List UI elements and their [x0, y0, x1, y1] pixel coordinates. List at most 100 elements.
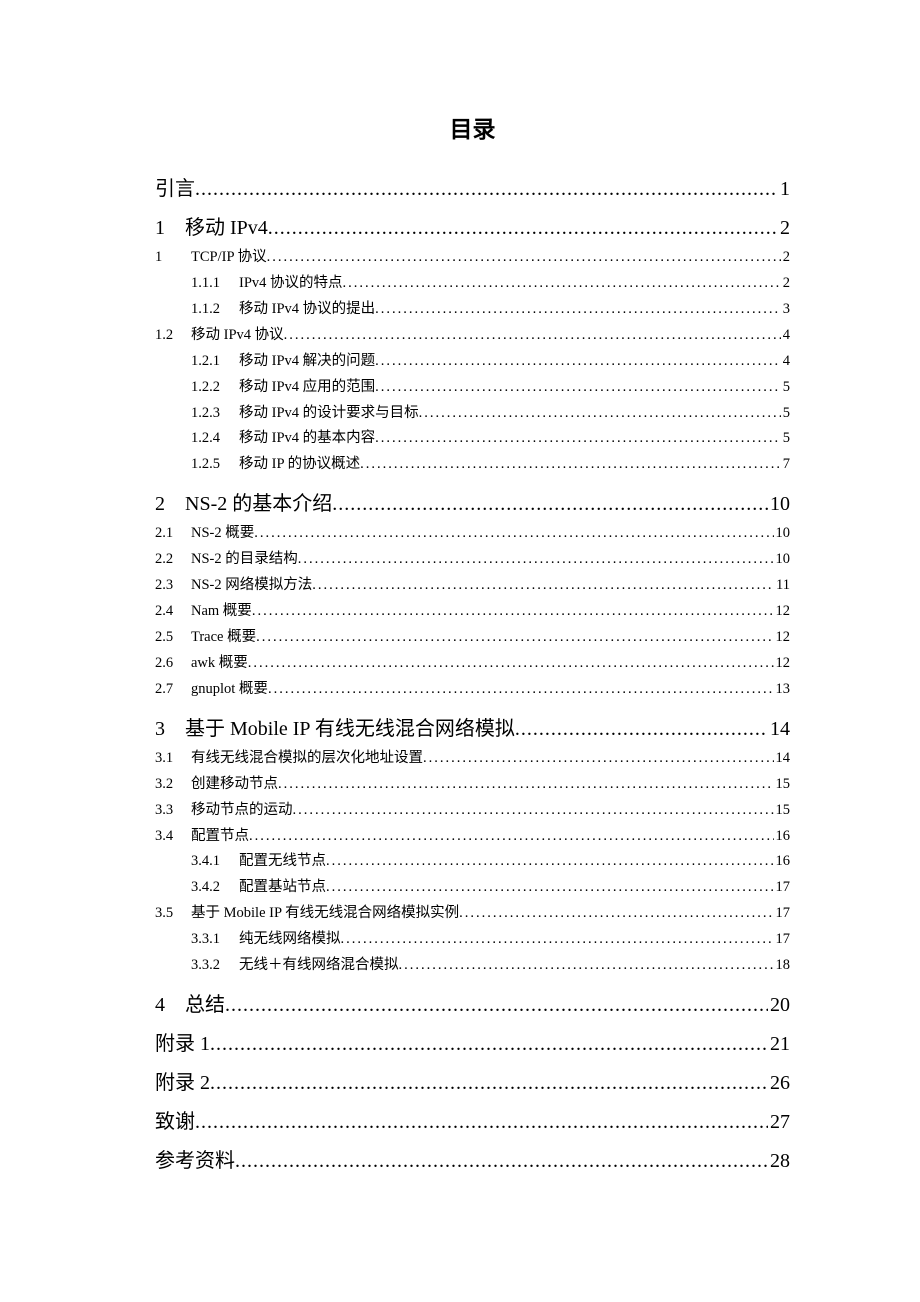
toc-entry: 3.1有线无线混合模拟的层次化地址设置.....................… [155, 747, 790, 771]
toc-entry-page: 20 [768, 994, 790, 1017]
toc-leader-dots: ........................................… [268, 678, 774, 702]
toc-entry-number: 1.2.5 [191, 453, 239, 477]
toc-entry: 引言 .....................................… [155, 172, 790, 201]
toc-entry: 3.3.1纯无线网络模拟............................… [155, 928, 790, 952]
toc-entry-page: 15 [774, 799, 791, 823]
toc-entry-page: 26 [768, 1072, 790, 1095]
toc-leader-dots: ........................................… [225, 994, 768, 1017]
toc-entry-number: 2.7 [155, 678, 191, 702]
toc-entry-number: 2.2 [155, 548, 191, 572]
toc-entry-label: 配置基站节点 [239, 876, 326, 900]
toc-leader-dots: ........................................… [399, 954, 774, 978]
toc-entry-label: 参考资料 [155, 1144, 235, 1173]
toc-entry-page: 7 [781, 453, 790, 477]
toc-entry-number: 1.1.1 [191, 272, 239, 296]
toc-entry-page: 4 [781, 324, 790, 348]
toc-entry-number: 3.4.1 [191, 850, 239, 874]
toc-entry-page: 3 [781, 298, 790, 322]
toc-entry-page: 2 [781, 246, 790, 270]
toc-entry-number: 3 [155, 718, 185, 741]
toc-entry-label: NS-2 网络模拟方法 [191, 574, 312, 598]
toc-leader-dots: ........................................… [284, 324, 781, 348]
toc-entry: 3.4配置节点.................................… [155, 825, 790, 849]
toc-entry-label: NS-2 的基本介绍 [185, 487, 332, 516]
toc-entry-label: 附录 2 [155, 1066, 210, 1095]
toc-entry-page: 21 [768, 1033, 790, 1056]
toc-entry-label: 附录 1 [155, 1027, 210, 1056]
toc-entry-label: 有线无线混合模拟的层次化地址设置 [191, 747, 423, 771]
toc-entry-page: 18 [774, 954, 791, 978]
toc-entry: 1.2.4移动 IPv4 的基本内容......................… [155, 427, 790, 451]
toc-entry-page: 5 [781, 376, 790, 400]
toc-entry-number: 2.6 [155, 652, 191, 676]
toc-entry-number: 3.4 [155, 825, 191, 849]
toc-entry-page: 12 [774, 652, 791, 676]
toc-entry-page: 14 [768, 718, 790, 741]
toc-entry-number: 1.2.2 [191, 376, 239, 400]
toc-entry: 参考资料 ...................................… [155, 1144, 790, 1173]
toc-entry-number: 2.4 [155, 600, 191, 624]
toc-entry-number: 2 [155, 493, 185, 516]
toc-entry: 1.1.2移动 IPv4 协议的提出......................… [155, 298, 790, 322]
toc-leader-dots: ........................................… [343, 272, 781, 296]
toc-leader-dots: ........................................… [326, 876, 774, 900]
toc-leader-dots: ........................................… [375, 427, 781, 451]
toc-leader-dots: ........................................… [341, 928, 774, 952]
toc-entry-label: TCP/IP 协议 [191, 246, 267, 270]
toc-entry-number: 1.1.2 [191, 298, 239, 322]
toc-entry-label: 创建移动节点 [191, 773, 278, 797]
toc-entry-page: 10 [768, 493, 790, 516]
toc-entry-number: 3.3.1 [191, 928, 239, 952]
toc-leader-dots: ........................................… [423, 747, 774, 771]
toc-entry: 3基于 Mobile IP 有线无线混合网络模拟 ...............… [155, 712, 790, 741]
toc-entry-number: 3.3.2 [191, 954, 239, 978]
toc-entry-label: Trace 概要 [191, 626, 256, 650]
toc-entry-number: 3.1 [155, 747, 191, 771]
toc-entry-page: 10 [774, 522, 791, 546]
toc-leader-dots: ........................................… [248, 652, 774, 676]
toc-leader-dots: ........................................… [375, 298, 781, 322]
toc-entry: 1.2.2移动 IPv4 应用的范围......................… [155, 376, 790, 400]
toc-entry-number: 1.2.4 [191, 427, 239, 451]
toc-entry-page: 4 [781, 350, 790, 374]
toc-entry-number: 3.3 [155, 799, 191, 823]
toc-leader-dots: ........................................… [459, 902, 773, 926]
toc-entry-number: 1 [155, 217, 185, 240]
toc-entry-number: 2.3 [155, 574, 191, 598]
toc-entry-label: awk 概要 [191, 652, 248, 676]
toc-entry: 2.3NS-2 网络模拟方法..........................… [155, 574, 790, 598]
toc-entry: 1.2.1移动 IPv4 解决的问题......................… [155, 350, 790, 374]
toc-entry-label: IPv4 协议的特点 [239, 272, 343, 296]
toc-leader-dots: ........................................… [252, 600, 774, 624]
toc-leader-dots: ........................................… [312, 574, 774, 598]
toc-entry: 附录 1 ...................................… [155, 1027, 790, 1056]
toc-entry: 附录 2 ...................................… [155, 1066, 790, 1095]
toc-leader-dots: ........................................… [267, 246, 781, 270]
toc-entry-page: 12 [774, 626, 791, 650]
toc-entry-label: 配置节点 [191, 825, 249, 849]
toc-entry: 3.2创建移动节点...............................… [155, 773, 790, 797]
toc-entry-page: 16 [774, 825, 791, 849]
toc-entry: 2.6awk 概要...............................… [155, 652, 790, 676]
toc-body: 引言 .....................................… [155, 172, 790, 1173]
toc-leader-dots: ........................................… [195, 178, 778, 201]
toc-entry-page: 5 [781, 427, 790, 451]
toc-entry-label: 移动 IPv4 的基本内容 [239, 427, 375, 451]
toc-entry-label: 移动 IPv4 协议 [191, 324, 284, 348]
toc-entry-page: 12 [774, 600, 791, 624]
toc-entry-label: 移动 IP 的协议概述 [239, 453, 360, 477]
toc-leader-dots: ........................................… [375, 350, 781, 374]
toc-entry-label: 基于 Mobile IP 有线无线混合网络模拟 [185, 712, 515, 741]
toc-leader-dots: ........................................… [268, 217, 778, 240]
toc-entry-label: 移动 IPv4 [185, 211, 268, 240]
toc-entry-label: 引言 [155, 172, 195, 201]
toc-entry-number: 1 [155, 246, 191, 270]
toc-entry-label: 总结 [185, 988, 225, 1017]
toc-leader-dots: ........................................… [210, 1033, 768, 1056]
toc-title: 目录 [155, 110, 790, 144]
toc-entry: 致谢 .....................................… [155, 1105, 790, 1134]
toc-entry-number: 3.5 [155, 902, 191, 926]
toc-entry-page: 28 [768, 1150, 790, 1173]
toc-leader-dots: ........................................… [210, 1072, 768, 1095]
toc-entry-number: 1.2.3 [191, 402, 239, 426]
